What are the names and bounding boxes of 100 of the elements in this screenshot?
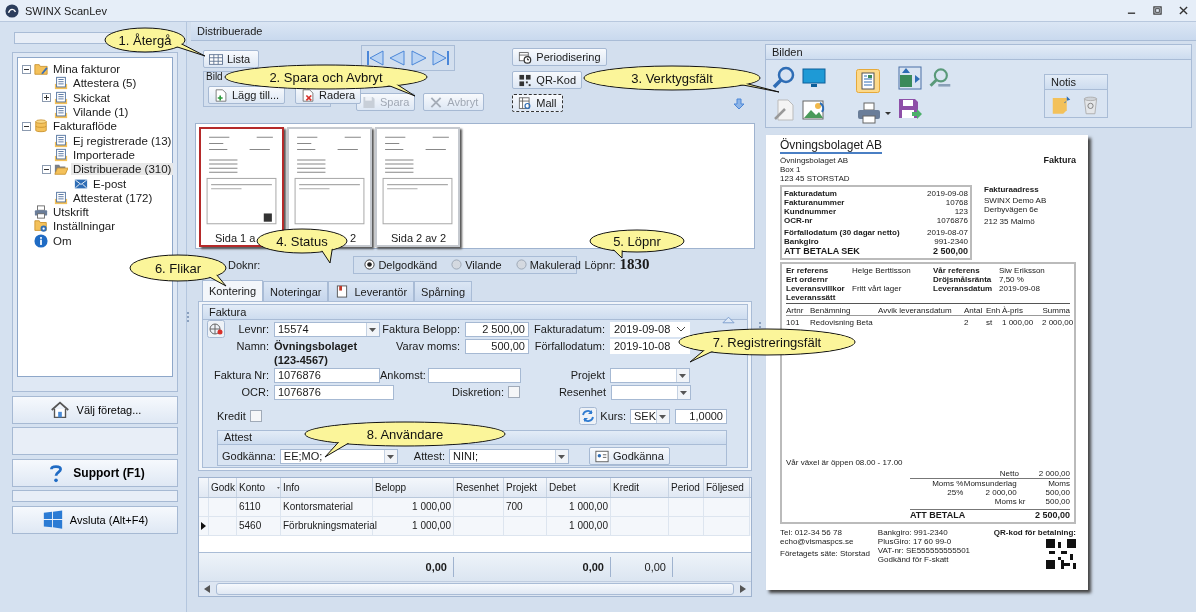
field-label: Diskretion: [451, 386, 504, 398]
field-label: Ankomst: [380, 369, 424, 381]
organisation-number: (123-4567) [274, 354, 328, 366]
reference-label: Er referens [786, 266, 830, 275]
info-label: ATT BETALA SEK [784, 246, 860, 256]
group-title: Attest [224, 431, 253, 444]
address-label: Fakturaadress [984, 185, 1040, 194]
field-label: Resenhet [557, 386, 606, 398]
reference-label: Ert ordernr [786, 275, 829, 284]
line-column-header: Avvik leveransdatum [878, 306, 953, 315]
field-label: Kurs: [600, 410, 626, 422]
group-title: Notis [1051, 75, 1077, 89]
line-cell-text: 2 [964, 318, 970, 327]
line-cell-text: 1 000,00 [1002, 318, 1035, 327]
reference-value: 2019-09-08 [999, 284, 1040, 293]
line-column-header: Benämning [810, 306, 852, 315]
sum-value: 2 000,00 [1038, 469, 1070, 478]
reference-label: Dröjsmålsränta [933, 275, 993, 284]
address-line: Derbyvägen 6e [984, 205, 1040, 214]
info-value: 2019-08-07 [927, 228, 968, 237]
group-title: Bilden [772, 45, 803, 59]
reference-label: Leveransvillkor [786, 284, 846, 293]
sender-line: Box 1 [780, 165, 802, 174]
field-label: Attest: [413, 450, 445, 462]
footer-line: echo@vismaspcs.se [780, 537, 855, 546]
vat-value: 2 000,00 [984, 488, 1017, 497]
callout-tooltip: 5. Löpnr [589, 229, 685, 259]
field-label: Förfallodatum: [533, 340, 605, 352]
group-title: Faktura [209, 305, 247, 319]
footer-line: VAT-nr: SE555555555501 [877, 546, 971, 555]
field-label: Namn: [235, 340, 269, 352]
company-logo: Övningsbolaget AB [780, 139, 883, 154]
reference-value: Helge Berttisson [852, 266, 911, 275]
window-title: SWINX ScanLev [25, 4, 107, 17]
opening-hours: Vår växel är öppen 08.00 - 17.00 [786, 458, 904, 467]
info-label: OCR-nr [784, 216, 813, 225]
sender-line: Övningsbolaget AB [780, 156, 850, 165]
reference-value: 7,50 % [999, 275, 1024, 284]
address-line: 212 35 Malmö [984, 217, 1036, 226]
reference-value: Siw Eriksson [999, 266, 1045, 275]
footer-line: Företagets säte: Storstad [780, 549, 870, 558]
callout-tooltip: 3. Verktygsfält [583, 65, 780, 93]
reference-label: Leveransdatum [933, 284, 994, 293]
line-cell-text: Redovisning Beta [810, 318, 874, 327]
field-label: Godkänna: [222, 450, 276, 462]
line-column-header: Antal [964, 306, 984, 315]
panel-title: Distribuerade [191, 22, 1196, 41]
vat-header: Moms % [931, 479, 964, 488]
vat-value: 500,00 [1044, 488, 1070, 497]
info-value: 2 500,00 [932, 246, 968, 256]
field-label: Levnr: [238, 323, 269, 335]
field-label: OCR: [240, 386, 269, 398]
footer-line: Tel: 012-34 56 78 [780, 528, 843, 537]
field-label: Kredit [217, 410, 246, 422]
total-debit: 0,00 [547, 557, 611, 577]
field-label: Varav moms: [395, 340, 460, 352]
line-cell-text: 101 [786, 318, 801, 327]
serial-number: 1830 [619, 256, 650, 273]
field-label: Fakturadatum: [533, 323, 605, 335]
info-value: 123 [954, 207, 968, 216]
callout-tooltip: 7. Registreringsfält [678, 328, 856, 363]
sum-label: Netto [999, 469, 1019, 478]
table-cell: 5460 [237, 517, 281, 536]
footer-line: Bankgiro: 991-2340 [877, 528, 949, 537]
line-column-header: Enh [986, 306, 1002, 315]
line-cell-text: st [986, 318, 994, 327]
sum-value: 500,00 [1045, 497, 1070, 506]
vat-header: Moms [1047, 479, 1070, 488]
info-value: 991-2340 [934, 237, 968, 246]
vat-value: 25% [946, 488, 964, 497]
callout-tooltip: 4. Status [256, 228, 348, 264]
footer-line: Godkänd för F-skatt [877, 555, 950, 564]
info-label: Fakturadatum [784, 189, 837, 198]
document-title: Faktura [1043, 155, 1076, 167]
total-credit: 0,00 [611, 557, 673, 577]
field-label: Projekt [569, 369, 605, 381]
vat-header: Momsunderlag [963, 479, 1017, 488]
line-cell: 2 000,00 [1042, 318, 1074, 327]
info-label: Kundnummer [784, 207, 836, 216]
field-label: Faktura Nr: [213, 369, 269, 381]
info-label: Bankgiro [784, 237, 819, 246]
field-label: Löpnr: [584, 258, 616, 271]
line-column-header: Artnr [786, 306, 805, 315]
address-line: SWINX Demo AB [984, 196, 1047, 205]
sender-line: 123 45 STORSTAD [780, 174, 851, 183]
table-cell: 1 000,00 [547, 517, 611, 536]
info-label: Förfallodatum (30 dagar netto) [784, 228, 900, 237]
line-column-header: Summa [1042, 306, 1070, 315]
supplier-name: Övningsbolaget [274, 340, 359, 352]
info-value: 10768 [945, 198, 968, 207]
total-amount: 0,00 [373, 557, 454, 577]
sum-label: Moms kr [994, 497, 1026, 506]
reference-label: Vår referens [933, 266, 981, 275]
line-column-header: À-pris [1002, 306, 1024, 315]
info-value: 1076876 [936, 216, 968, 225]
total-label: ATT BETALA [910, 510, 966, 520]
reference-label: Leveranssätt [786, 293, 837, 302]
info-label: Fakturanummer [784, 198, 845, 207]
qr-label: QR-kod för betalning: [993, 528, 1076, 537]
group-label: Bild [206, 71, 223, 82]
